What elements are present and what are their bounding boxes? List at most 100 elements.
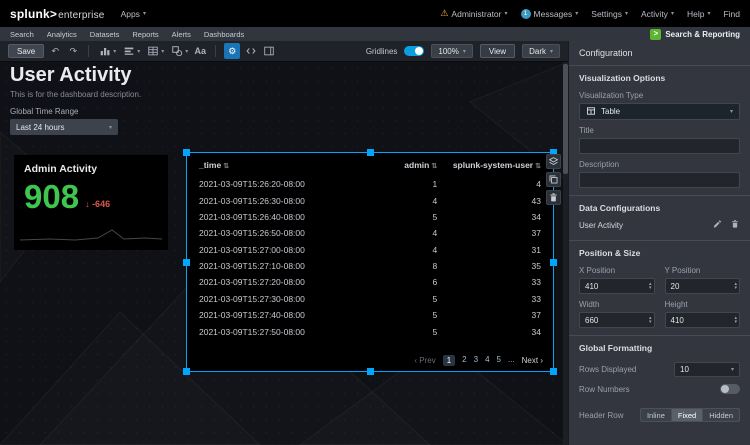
time-range-dropdown[interactable]: Last 24 hours ▾ bbox=[10, 119, 118, 135]
pagination-page-...[interactable]: ... bbox=[508, 355, 515, 366]
width-input[interactable]: 660 ▴▾ bbox=[579, 312, 655, 328]
header-row-option-hidden[interactable]: Hidden bbox=[703, 408, 740, 422]
navbar-item-search[interactable]: Search bbox=[10, 30, 34, 39]
title-input[interactable] bbox=[579, 138, 740, 154]
selection-handle[interactable] bbox=[183, 368, 190, 375]
layers-icon[interactable] bbox=[546, 154, 561, 169]
help-menu[interactable]: Help ▾ bbox=[687, 9, 711, 19]
pagination-page-1[interactable]: 1 bbox=[443, 355, 455, 366]
header-row-option-inline[interactable]: Inline bbox=[640, 408, 672, 422]
height-input[interactable]: 410 ▴▾ bbox=[665, 312, 741, 328]
width-value: 660 bbox=[585, 316, 598, 325]
navbar-item-reports[interactable]: Reports bbox=[132, 30, 158, 39]
pagination-next[interactable]: Next › bbox=[522, 356, 543, 365]
current-app[interactable]: > Search & Reporting bbox=[650, 29, 740, 40]
selection-handle[interactable] bbox=[183, 259, 190, 266]
single-value-widget[interactable]: Admin Activity 908 ↓ -646 bbox=[14, 155, 168, 250]
add-single-value-tool[interactable]: ▾ bbox=[121, 45, 141, 58]
viz-type-dropdown[interactable]: Table ▾ bbox=[579, 103, 740, 120]
gridlines-toggle[interactable] bbox=[404, 46, 424, 56]
layout-panel-icon[interactable] bbox=[262, 45, 276, 58]
add-shape-tool[interactable]: ▾ bbox=[169, 45, 189, 58]
add-table-tool[interactable]: ▾ bbox=[145, 45, 165, 58]
selection-handle[interactable] bbox=[367, 149, 374, 156]
navbar-item-analytics[interactable]: Analytics bbox=[47, 30, 77, 39]
row-numbers-toggle[interactable] bbox=[720, 384, 740, 394]
redo-icon[interactable]: ↷ bbox=[66, 45, 80, 58]
column-header-admin[interactable]: admin⇅ bbox=[356, 155, 439, 176]
table-row[interactable]: 2021-03-09T15:27:40-08:00537 bbox=[197, 307, 543, 323]
section-data-configurations[interactable]: Data Configurations bbox=[579, 203, 740, 213]
caret-down-icon[interactable]: ▾ bbox=[649, 320, 652, 325]
navbar-item-alerts[interactable]: Alerts bbox=[172, 30, 191, 39]
table-row[interactable]: 2021-03-09T15:27:50-08:00534 bbox=[197, 323, 543, 339]
column-header-splunk-system-user[interactable]: splunk-system-user⇅ bbox=[439, 155, 543, 176]
table-cell: 6 bbox=[356, 274, 439, 290]
table-row[interactable]: 2021-03-09T15:26:30-08:00443 bbox=[197, 192, 543, 208]
source-code-icon[interactable] bbox=[244, 45, 258, 58]
administrator-menu[interactable]: ⚠ Administrator ▾ bbox=[440, 8, 507, 19]
header-row-option-fixed[interactable]: Fixed bbox=[672, 408, 703, 422]
table-row[interactable]: 2021-03-09T15:26:50-08:00437 bbox=[197, 225, 543, 241]
section-global-formatting[interactable]: Global Formatting bbox=[579, 343, 740, 353]
theme-dropdown[interactable]: Dark ▾ bbox=[522, 44, 560, 58]
selection-handle[interactable] bbox=[367, 368, 374, 375]
splunk-logo[interactable]: splunk>enterprise bbox=[10, 7, 105, 21]
add-chart-tool[interactable]: ▾ bbox=[97, 45, 117, 58]
table-row[interactable]: 2021-03-09T15:26:40-08:00534 bbox=[197, 209, 543, 225]
description-input[interactable] bbox=[579, 172, 740, 188]
edit-pencil-icon[interactable] bbox=[712, 219, 722, 231]
selection-handle[interactable] bbox=[183, 149, 190, 156]
pagination-page-4[interactable]: 4 bbox=[485, 355, 489, 366]
selection-handle[interactable] bbox=[550, 368, 557, 375]
zoom-dropdown[interactable]: 100% ▾ bbox=[431, 44, 472, 58]
undo-icon[interactable]: ↶ bbox=[48, 45, 62, 58]
table-row[interactable]: 2021-03-09T15:27:20-08:00633 bbox=[197, 274, 543, 290]
y-position-input[interactable]: 20 ▴▾ bbox=[665, 278, 741, 294]
data-source-row[interactable]: User Activity bbox=[579, 219, 740, 231]
trash-icon[interactable] bbox=[546, 190, 561, 205]
activity-menu[interactable]: Activity ▾ bbox=[641, 9, 674, 19]
caret-down-icon[interactable]: ▾ bbox=[734, 320, 737, 325]
section-position-size[interactable]: Position & Size bbox=[579, 248, 740, 258]
pagination-prev[interactable]: ‹ Prev bbox=[414, 356, 435, 365]
stepper-control[interactable]: ▴▾ bbox=[734, 282, 737, 291]
find-search[interactable]: Find bbox=[723, 9, 740, 19]
apps-menu[interactable]: Apps ▾ bbox=[121, 9, 146, 19]
navbar-item-datasets[interactable]: Datasets bbox=[90, 30, 120, 39]
table-row[interactable]: 2021-03-09T15:26:20-08:0014 bbox=[197, 176, 543, 192]
selection-handle[interactable] bbox=[550, 259, 557, 266]
scrollbar-thumb[interactable] bbox=[563, 64, 568, 174]
trash-icon[interactable] bbox=[730, 219, 740, 231]
rows-displayed-dropdown[interactable]: 10 ▾ bbox=[674, 362, 740, 377]
table-row[interactable]: 2021-03-09T15:27:30-08:00533 bbox=[197, 291, 543, 307]
configuration-panel: Configuration Visualization Options Visu… bbox=[568, 41, 750, 445]
configuration-gear-icon[interactable]: ⚙ bbox=[224, 43, 240, 59]
pagination-page-2[interactable]: 2 bbox=[462, 355, 466, 366]
column-header-time[interactable]: _time⇅ bbox=[197, 155, 356, 176]
chevron-down-icon: ▾ bbox=[671, 10, 674, 17]
canvas-scrollbar[interactable] bbox=[563, 62, 568, 445]
bar-chart-icon bbox=[98, 45, 112, 58]
caret-down-icon[interactable]: ▾ bbox=[649, 286, 652, 291]
add-text-tool[interactable]: Aa bbox=[193, 45, 207, 58]
section-visualization-options[interactable]: Visualization Options bbox=[579, 73, 740, 83]
table-row[interactable]: 2021-03-09T15:27:10-08:00835 bbox=[197, 258, 543, 274]
table-widget[interactable]: _time⇅ admin⇅ splunk-system-user⇅ 2021- bbox=[186, 152, 554, 372]
save-button[interactable]: Save bbox=[8, 44, 44, 58]
dashboard-description: This is for the dashboard description. bbox=[10, 90, 141, 99]
table-row[interactable]: 2021-03-09T15:27:00-08:00431 bbox=[197, 242, 543, 258]
navbar-item-dashboards[interactable]: Dashboards bbox=[204, 30, 244, 39]
dashboard-canvas[interactable]: User Activity This is for the dashboard … bbox=[0, 62, 568, 445]
messages-menu[interactable]: 1 Messages ▾ bbox=[521, 9, 579, 19]
pagination-page-3[interactable]: 3 bbox=[474, 355, 478, 366]
duplicate-icon[interactable] bbox=[546, 172, 561, 187]
stepper-control[interactable]: ▴▾ bbox=[649, 316, 652, 325]
caret-down-icon[interactable]: ▾ bbox=[734, 286, 737, 291]
x-position-input[interactable]: 410 ▴▾ bbox=[579, 278, 655, 294]
view-button[interactable]: View bbox=[480, 44, 515, 58]
settings-menu[interactable]: Settings ▾ bbox=[591, 9, 628, 19]
stepper-control[interactable]: ▴▾ bbox=[734, 316, 737, 325]
pagination-page-5[interactable]: 5 bbox=[497, 355, 501, 366]
stepper-control[interactable]: ▴▾ bbox=[649, 282, 652, 291]
